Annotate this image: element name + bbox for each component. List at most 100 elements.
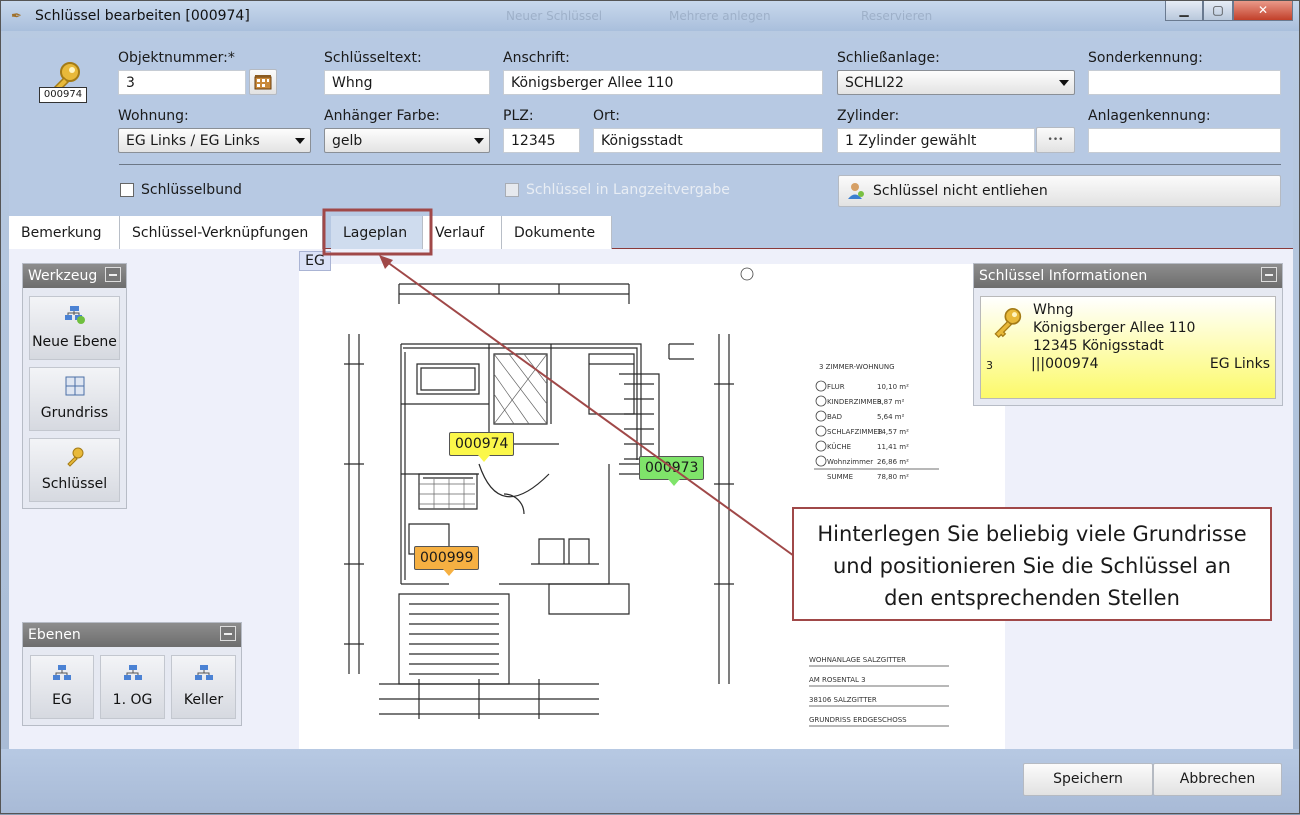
werkzeug-title: Werkzeug bbox=[28, 268, 98, 284]
anhaenger-select[interactable]: gelb bbox=[324, 128, 490, 153]
svg-text:10,10 m²: 10,10 m² bbox=[877, 383, 909, 391]
anschrift-label: Anschrift: bbox=[503, 50, 570, 66]
ebenen-title: Ebenen bbox=[28, 627, 81, 643]
schluesselbund-checkbox[interactable] bbox=[120, 183, 134, 197]
divider bbox=[119, 164, 1281, 165]
minimize-button[interactable]: ▁ bbox=[1165, 1, 1203, 21]
callout-line-3: den entsprechenden Stellen bbox=[884, 586, 1180, 610]
building-icon bbox=[254, 75, 272, 90]
sonderkennung-label: Sonderkennung: bbox=[1088, 50, 1203, 66]
key-info-panel: Schlüssel Informationen Whng Königsberge… bbox=[973, 263, 1283, 406]
anschrift-input[interactable]: Königsberger Allee 110 bbox=[503, 70, 823, 95]
svg-text:AM ROSENTAL 3: AM ROSENTAL 3 bbox=[809, 676, 866, 684]
objektnummer-input[interactable]: 3 bbox=[118, 70, 246, 95]
floorplan-button[interactable]: Grundriss bbox=[29, 367, 120, 431]
key-icon bbox=[994, 308, 1022, 339]
key-marker-000999[interactable]: 000999 bbox=[414, 546, 480, 576]
header-panel: 000974 Objektnummer:* 3 Schlüsseltext: W… bbox=[9, 38, 1293, 216]
tab-bemerkung[interactable]: Bemerkung bbox=[9, 216, 120, 249]
layers-icon bbox=[123, 665, 142, 680]
svg-text:78,80 m²: 78,80 m² bbox=[877, 473, 909, 481]
ebenen-panel: Ebenen EG 1. OG Keller bbox=[22, 622, 242, 726]
svg-text:SUMME: SUMME bbox=[827, 473, 853, 481]
info-line-3: 12345 Königsstadt bbox=[1033, 338, 1164, 354]
marker-label: 000999 bbox=[420, 550, 474, 566]
floorplan-icon bbox=[65, 376, 84, 396]
cancel-button[interactable]: Abbrechen bbox=[1153, 763, 1282, 796]
chevron-down-icon bbox=[474, 138, 484, 144]
svg-text:3 ZIMMER-WOHNUNG: 3 ZIMMER-WOHNUNG bbox=[819, 363, 895, 371]
schluesseltext-input[interactable]: Whng bbox=[324, 70, 490, 95]
key-info-title: Schlüssel Informationen bbox=[979, 268, 1148, 284]
marker-pin-icon bbox=[478, 455, 490, 462]
marker-label: 000974 bbox=[455, 436, 509, 452]
tab-verlauf[interactable]: Verlauf bbox=[423, 216, 502, 249]
level-tag: EG bbox=[299, 251, 331, 271]
annotation-callout: Hinterlegen Sie beliebig viele Grundriss… bbox=[792, 507, 1272, 621]
key-tool-label: Schlüssel bbox=[41, 476, 108, 492]
svg-text:11,41 m²: 11,41 m² bbox=[877, 443, 909, 451]
bg-multiple: Mehrere anlegen bbox=[669, 9, 771, 23]
layers-add-icon bbox=[64, 306, 85, 324]
zylinder-label: Zylinder: bbox=[837, 108, 900, 124]
layer-1og-button[interactable]: 1. OG bbox=[100, 655, 165, 719]
key-marker-000973[interactable]: 000973 bbox=[639, 456, 705, 486]
wohnung-select[interactable]: EG Links / EG Links bbox=[118, 128, 311, 153]
svg-text:9,87 m²: 9,87 m² bbox=[877, 398, 905, 406]
title-bar: ✒ Schlüssel bearbeiten [000974] Neuer Sc… bbox=[1, 1, 1299, 31]
tab-bar: Bemerkung Schlüssel-Verknüpfungen Lagepl… bbox=[9, 216, 1293, 249]
new-layer-button[interactable]: Neue Ebene bbox=[29, 296, 120, 360]
anlagenkennung-input[interactable] bbox=[1088, 128, 1281, 153]
new-layer-label: Neue Ebene bbox=[32, 334, 117, 350]
tab-dokumente[interactable]: Dokumente bbox=[502, 216, 612, 249]
bg-reserve: Reservieren bbox=[861, 9, 933, 23]
info-line-2: Königsberger Allee 110 bbox=[1033, 320, 1196, 336]
schluesselbund-label: Schlüsselbund bbox=[141, 182, 242, 198]
ort-input[interactable]: Königsstadt bbox=[593, 128, 823, 153]
schliessanlage-select[interactable]: SCHLI22 bbox=[837, 70, 1075, 95]
info-key-code: |||000974 bbox=[1031, 356, 1099, 372]
zylinder-more-button[interactable]: ••• bbox=[1036, 127, 1075, 153]
langzeit-checkbox[interactable] bbox=[505, 183, 519, 197]
minimize-icon[interactable] bbox=[105, 267, 121, 282]
layer-keller-label: Keller bbox=[183, 692, 224, 708]
chevron-down-icon bbox=[295, 138, 305, 144]
tab-lageplan[interactable]: Lageplan bbox=[331, 216, 423, 249]
svg-text:KINDERZIMMER: KINDERZIMMER bbox=[827, 398, 882, 406]
layer-eg-button[interactable]: EG bbox=[30, 655, 94, 719]
layer-1og-label: 1. OG bbox=[112, 692, 153, 708]
layer-eg-label: EG bbox=[52, 692, 72, 708]
not-borrowed-button[interactable]: Schlüssel nicht entliehen bbox=[838, 175, 1281, 207]
minimize-icon[interactable] bbox=[220, 626, 236, 641]
svg-text:GRUNDRISS ERDGESCHOSS: GRUNDRISS ERDGESCHOSS bbox=[809, 716, 907, 724]
tab-verknuepfungen[interactable]: Schlüssel-Verknüpfungen bbox=[120, 216, 323, 249]
schluesseltext-label: Schlüsseltext: bbox=[324, 50, 422, 66]
zylinder-input[interactable]: 1 Zylinder gewählt bbox=[837, 128, 1035, 153]
key-icon bbox=[66, 447, 83, 467]
callout-line-1: Hinterlegen Sie beliebig viele Grundriss… bbox=[817, 522, 1247, 546]
save-button[interactable]: Speichern bbox=[1023, 763, 1153, 796]
bg-new-key: Neuer Schlüssel bbox=[506, 9, 603, 23]
maximize-button[interactable]: ▢ bbox=[1203, 1, 1233, 21]
plz-label: PLZ: bbox=[503, 108, 534, 124]
key-tool-button[interactable]: Schlüssel bbox=[29, 438, 120, 502]
info-wohnung: EG Links bbox=[1209, 356, 1270, 372]
anhaenger-value: gelb bbox=[332, 133, 363, 149]
building-picker-button[interactable] bbox=[249, 69, 277, 95]
svg-text:26,86 m²: 26,86 m² bbox=[877, 458, 909, 466]
window-title: Schlüssel bearbeiten [000974] bbox=[35, 8, 250, 24]
footer-bar: Speichern Abbrechen bbox=[1, 749, 1299, 813]
key-marker-000974[interactable]: 000974 bbox=[449, 432, 515, 462]
close-button[interactable]: ✕ bbox=[1233, 1, 1293, 21]
svg-text:5,64 m²: 5,64 m² bbox=[877, 413, 905, 421]
anlagenkennung-label: Anlagenkennung: bbox=[1088, 108, 1211, 124]
layer-keller-button[interactable]: Keller bbox=[171, 655, 236, 719]
key-info-card: Whng Königsberger Allee 110 12345 Königs… bbox=[980, 296, 1276, 399]
wohnung-label: Wohnung: bbox=[118, 108, 189, 124]
floorplan-label: Grundriss bbox=[40, 405, 109, 421]
sonderkennung-input[interactable] bbox=[1088, 70, 1281, 95]
minimize-icon[interactable] bbox=[1261, 267, 1277, 282]
plz-input[interactable]: 12345 bbox=[503, 128, 580, 153]
user-key-icon bbox=[848, 183, 864, 199]
anhaenger-label: Anhänger Farbe: bbox=[324, 108, 440, 124]
